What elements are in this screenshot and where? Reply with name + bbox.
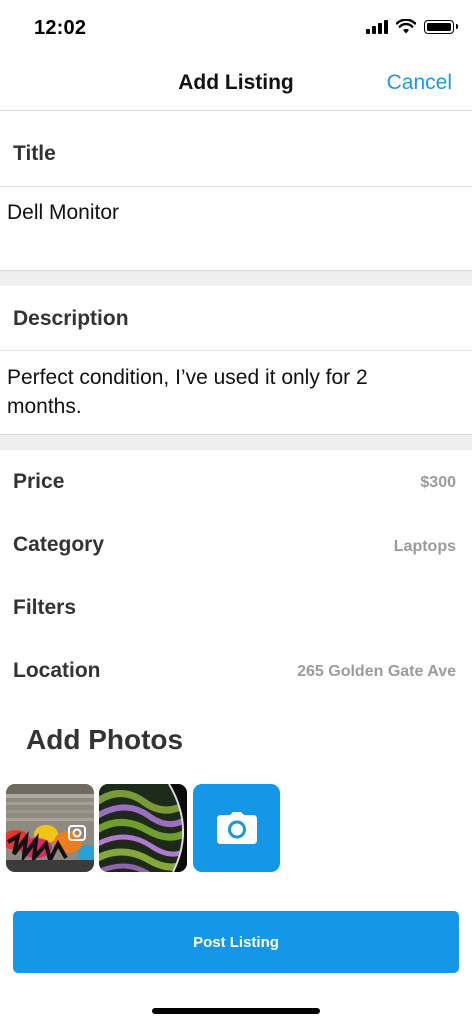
graffiti-photo <box>6 784 94 872</box>
navigation-bar: Add Listing Cancel <box>0 56 472 111</box>
wifi-icon <box>396 19 416 34</box>
swirl-wallpaper-photo <box>99 784 187 872</box>
title-field[interactable]: Dell Monitor <box>7 198 432 227</box>
status-bar: 12:02 <box>0 0 472 56</box>
location-value: 265 Golden Gate Ave <box>297 663 456 680</box>
photo-thumbnail-graffiti[interactable] <box>6 784 94 872</box>
add-photos-heading: Add Photos <box>26 724 184 755</box>
filters-label: Filters <box>13 596 77 619</box>
home-indicator <box>152 1008 320 1014</box>
photo-thumbnail-wallpaper[interactable] <box>99 784 187 872</box>
category-value: Laptops <box>393 538 456 555</box>
divider <box>0 186 472 187</box>
section-separator <box>0 270 472 286</box>
add-photo-button[interactable] <box>193 784 280 872</box>
divider <box>0 350 472 351</box>
title-label: Title <box>13 142 56 165</box>
post-listing-button[interactable]: Post Listing <box>13 911 459 973</box>
cellular-signal-icon <box>366 19 388 34</box>
status-icons <box>366 19 458 34</box>
section-separator <box>0 434 472 450</box>
camera-icon <box>216 812 257 844</box>
category-label: Category <box>13 533 105 556</box>
status-time: 12:02 <box>34 17 87 39</box>
battery-icon <box>424 19 458 34</box>
price-value: $300 <box>420 474 456 491</box>
description-field[interactable]: Perfect condition, I’ve used it only for… <box>7 363 432 421</box>
price-label: Price <box>13 470 65 493</box>
cancel-button[interactable]: Cancel <box>387 71 452 95</box>
location-label: Location <box>13 659 101 682</box>
description-label: Description <box>13 307 129 330</box>
